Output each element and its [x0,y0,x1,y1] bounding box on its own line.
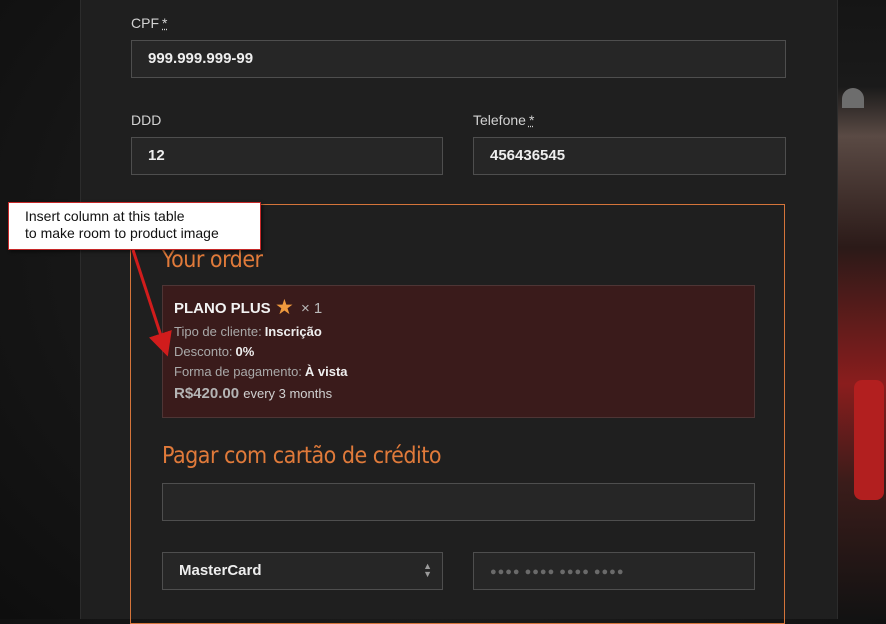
product-quantity: × 1 [301,300,323,317]
annotation-callout: Insert column at this table to make room… [8,202,261,250]
annotation-line: to make room to product image [25,225,219,241]
annotation-line: Insert column at this table [25,208,185,224]
card-type-value: MasterCard [179,562,262,579]
cpf-input[interactable]: 999.999.999-99 [131,40,786,78]
meta-key: Forma de pagamento: [174,364,302,379]
meta-row-payment-form: Forma de pagamento: À vista [174,364,348,379]
meta-key: Tipo de cliente: [174,324,262,339]
telefone-label-text: Telefone [473,112,526,128]
meta-value: À vista [304,364,348,379]
meta-key: Desconto: [174,344,233,359]
select-arrows-icon: ▲ ▼ [423,561,432,579]
meta-value: Inscrição [264,324,322,339]
product-price: R$420.00 every 3 months [174,385,332,402]
price-period: every 3 months [243,386,333,401]
card-name-input[interactable] [162,483,755,521]
telefone-input[interactable]: 456436545 [473,137,786,175]
cpf-label: CPF * [131,15,167,31]
meta-row-client-type: Tipo de cliente: Inscrição [174,324,322,339]
card-type-select[interactable]: MasterCard ▲ ▼ [162,552,443,590]
background-photo [836,0,886,619]
card-number-input[interactable]: ●●●● ●●●● ●●●● ●●●● [473,552,755,590]
required-mark: * [528,112,535,128]
background-photo-detail [842,88,864,108]
ddd-input[interactable]: 12 [131,137,443,175]
background-photo-detail [854,380,884,500]
your-order-title: Your order [162,247,263,273]
telefone-label: Telefone * [473,112,534,128]
star-icon: ★ [275,296,294,319]
product-name: PLANO PLUS [174,300,271,317]
order-item: PLANO PLUS ★ × 1 Tipo de cliente: Inscriç… [162,285,755,418]
ddd-label: DDD [131,112,162,128]
cpf-label-text: CPF [131,15,159,31]
meta-row-discount: Desconto: 0% [174,344,254,359]
card-number-placeholder: ●●●● ●●●● ●●●● ●●●● [490,566,625,578]
payment-title: Pagar com cartão de crédito [162,443,442,469]
price-amount: R$420.00 [174,385,240,402]
meta-value: 0% [235,344,255,359]
required-mark: * [162,15,168,31]
